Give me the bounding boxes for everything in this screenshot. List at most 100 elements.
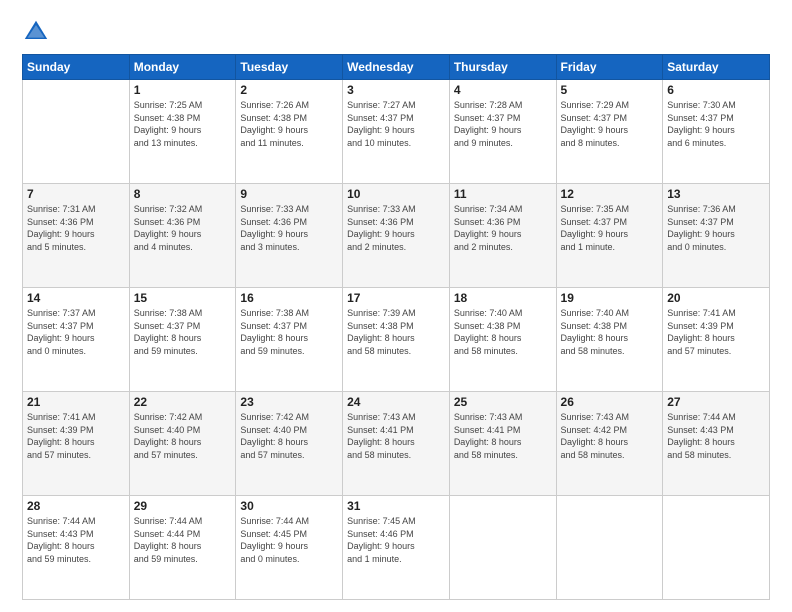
day-number: 11 xyxy=(454,187,552,201)
day-number: 31 xyxy=(347,499,445,513)
calendar-cell: 31 Sunrise: 7:45 AM Sunset: 4:46 PM Dayli… xyxy=(343,496,450,600)
calendar-cell: 27 Sunrise: 7:44 AM Sunset: 4:43 PM Dayli… xyxy=(663,392,770,496)
day-number: 15 xyxy=(134,291,232,305)
day-number: 1 xyxy=(134,83,232,97)
calendar-cell: 5 Sunrise: 7:29 AM Sunset: 4:37 PM Daylig… xyxy=(556,80,663,184)
day-number: 19 xyxy=(561,291,659,305)
calendar-cell: 25 Sunrise: 7:43 AM Sunset: 4:41 PM Dayli… xyxy=(449,392,556,496)
header xyxy=(22,18,770,46)
day-info: Sunrise: 7:38 AM Sunset: 4:37 PM Dayligh… xyxy=(240,307,338,357)
day-info: Sunrise: 7:37 AM Sunset: 4:37 PM Dayligh… xyxy=(27,307,125,357)
day-number: 17 xyxy=(347,291,445,305)
calendar-cell: 9Sunrise: 7:33 AM Sunset: 4:36 PM Daylig… xyxy=(236,184,343,288)
day-info: Sunrise: 7:40 AM Sunset: 4:38 PM Dayligh… xyxy=(561,307,659,357)
calendar-cell xyxy=(23,80,130,184)
day-number: 3 xyxy=(347,83,445,97)
day-info: Sunrise: 7:42 AM Sunset: 4:40 PM Dayligh… xyxy=(240,411,338,461)
day-number: 26 xyxy=(561,395,659,409)
calendar-week-row: 7 Sunrise: 7:31 AM Sunset: 4:36 PM Daylig… xyxy=(23,184,770,288)
day-info: Sunrise: 7:44 AM Sunset: 4:45 PM Dayligh… xyxy=(240,515,338,565)
calendar-cell: 26Sunrise: 7:43 AM Sunset: 4:42 PM Dayli… xyxy=(556,392,663,496)
calendar-cell: 30 Sunrise: 7:44 AM Sunset: 4:45 PM Dayli… xyxy=(236,496,343,600)
day-number: 18 xyxy=(454,291,552,305)
calendar-week-row: 1 Sunrise: 7:25 AM Sunset: 4:38 PM Daylig… xyxy=(23,80,770,184)
day-number: 22 xyxy=(134,395,232,409)
calendar-cell: 6 Sunrise: 7:30 AM Sunset: 4:37 PM Daylig… xyxy=(663,80,770,184)
calendar-cell xyxy=(663,496,770,600)
col-tuesday: Tuesday xyxy=(236,55,343,80)
day-info: Sunrise: 7:28 AM Sunset: 4:37 PM Dayligh… xyxy=(454,99,552,149)
day-number: 21 xyxy=(27,395,125,409)
col-wednesday: Wednesday xyxy=(343,55,450,80)
calendar-cell: 11 Sunrise: 7:34 AM Sunset: 4:36 PM Dayli… xyxy=(449,184,556,288)
day-number: 12 xyxy=(561,187,659,201)
calendar-cell: 3Sunrise: 7:27 AM Sunset: 4:37 PM Daylig… xyxy=(343,80,450,184)
day-info: Sunrise: 7:35 AM Sunset: 4:37 PM Dayligh… xyxy=(561,203,659,253)
day-info: Sunrise: 7:33 AM Sunset: 4:36 PM Dayligh… xyxy=(347,203,445,253)
calendar-cell: 21 Sunrise: 7:41 AM Sunset: 4:39 PM Dayli… xyxy=(23,392,130,496)
day-number: 2 xyxy=(240,83,338,97)
calendar-cell: 19 Sunrise: 7:40 AM Sunset: 4:38 PM Dayli… xyxy=(556,288,663,392)
calendar-cell: 17Sunrise: 7:39 AM Sunset: 4:38 PM Dayli… xyxy=(343,288,450,392)
calendar-cell: 4 Sunrise: 7:28 AM Sunset: 4:37 PM Daylig… xyxy=(449,80,556,184)
day-info: Sunrise: 7:45 AM Sunset: 4:46 PM Dayligh… xyxy=(347,515,445,565)
day-info: Sunrise: 7:40 AM Sunset: 4:38 PM Dayligh… xyxy=(454,307,552,357)
calendar-cell: 12 Sunrise: 7:35 AM Sunset: 4:37 PM Dayli… xyxy=(556,184,663,288)
day-info: Sunrise: 7:29 AM Sunset: 4:37 PM Dayligh… xyxy=(561,99,659,149)
calendar-cell: 24Sunrise: 7:43 AM Sunset: 4:41 PM Dayli… xyxy=(343,392,450,496)
day-number: 10 xyxy=(347,187,445,201)
day-number: 30 xyxy=(240,499,338,513)
calendar-cell: 20Sunrise: 7:41 AM Sunset: 4:39 PM Dayli… xyxy=(663,288,770,392)
calendar-cell: 15 Sunrise: 7:38 AM Sunset: 4:37 PM Dayli… xyxy=(129,288,236,392)
day-number: 25 xyxy=(454,395,552,409)
day-info: Sunrise: 7:44 AM Sunset: 4:43 PM Dayligh… xyxy=(667,411,765,461)
day-number: 27 xyxy=(667,395,765,409)
day-info: Sunrise: 7:26 AM Sunset: 4:38 PM Dayligh… xyxy=(240,99,338,149)
day-info: Sunrise: 7:44 AM Sunset: 4:43 PM Dayligh… xyxy=(27,515,125,565)
day-number: 8 xyxy=(134,187,232,201)
day-number: 9 xyxy=(240,187,338,201)
calendar-cell xyxy=(449,496,556,600)
day-number: 16 xyxy=(240,291,338,305)
day-info: Sunrise: 7:42 AM Sunset: 4:40 PM Dayligh… xyxy=(134,411,232,461)
day-number: 24 xyxy=(347,395,445,409)
day-info: Sunrise: 7:30 AM Sunset: 4:37 PM Dayligh… xyxy=(667,99,765,149)
calendar-week-row: 28 Sunrise: 7:44 AM Sunset: 4:43 PM Dayli… xyxy=(23,496,770,600)
calendar-header-row: Sunday Monday Tuesday Wednesday Thursday… xyxy=(23,55,770,80)
calendar-table: Sunday Monday Tuesday Wednesday Thursday… xyxy=(22,54,770,600)
day-info: Sunrise: 7:36 AM Sunset: 4:37 PM Dayligh… xyxy=(667,203,765,253)
day-info: Sunrise: 7:34 AM Sunset: 4:36 PM Dayligh… xyxy=(454,203,552,253)
logo-icon xyxy=(22,18,50,46)
calendar-cell: 23 Sunrise: 7:42 AM Sunset: 4:40 PM Dayli… xyxy=(236,392,343,496)
day-info: Sunrise: 7:41 AM Sunset: 4:39 PM Dayligh… xyxy=(667,307,765,357)
day-info: Sunrise: 7:41 AM Sunset: 4:39 PM Dayligh… xyxy=(27,411,125,461)
calendar-week-row: 14 Sunrise: 7:37 AM Sunset: 4:37 PM Dayli… xyxy=(23,288,770,392)
col-friday: Friday xyxy=(556,55,663,80)
day-info: Sunrise: 7:44 AM Sunset: 4:44 PM Dayligh… xyxy=(134,515,232,565)
day-number: 14 xyxy=(27,291,125,305)
day-number: 7 xyxy=(27,187,125,201)
col-thursday: Thursday xyxy=(449,55,556,80)
col-saturday: Saturday xyxy=(663,55,770,80)
col-monday: Monday xyxy=(129,55,236,80)
day-number: 28 xyxy=(27,499,125,513)
calendar-cell: 29Sunrise: 7:44 AM Sunset: 4:44 PM Dayli… xyxy=(129,496,236,600)
day-info: Sunrise: 7:38 AM Sunset: 4:37 PM Dayligh… xyxy=(134,307,232,357)
day-number: 23 xyxy=(240,395,338,409)
calendar-cell: 10 Sunrise: 7:33 AM Sunset: 4:36 PM Dayli… xyxy=(343,184,450,288)
calendar-cell: 28 Sunrise: 7:44 AM Sunset: 4:43 PM Dayli… xyxy=(23,496,130,600)
day-number: 5 xyxy=(561,83,659,97)
calendar-cell: 16 Sunrise: 7:38 AM Sunset: 4:37 PM Dayli… xyxy=(236,288,343,392)
calendar-cell: 18 Sunrise: 7:40 AM Sunset: 4:38 PM Dayli… xyxy=(449,288,556,392)
day-number: 4 xyxy=(454,83,552,97)
day-info: Sunrise: 7:43 AM Sunset: 4:41 PM Dayligh… xyxy=(454,411,552,461)
calendar-cell: 14 Sunrise: 7:37 AM Sunset: 4:37 PM Dayli… xyxy=(23,288,130,392)
calendar-cell: 8 Sunrise: 7:32 AM Sunset: 4:36 PM Daylig… xyxy=(129,184,236,288)
day-number: 6 xyxy=(667,83,765,97)
calendar-cell: 22 Sunrise: 7:42 AM Sunset: 4:40 PM Dayli… xyxy=(129,392,236,496)
day-info: Sunrise: 7:25 AM Sunset: 4:38 PM Dayligh… xyxy=(134,99,232,149)
day-info: Sunrise: 7:31 AM Sunset: 4:36 PM Dayligh… xyxy=(27,203,125,253)
day-info: Sunrise: 7:32 AM Sunset: 4:36 PM Dayligh… xyxy=(134,203,232,253)
calendar-cell: 13Sunrise: 7:36 AM Sunset: 4:37 PM Dayli… xyxy=(663,184,770,288)
page: Sunday Monday Tuesday Wednesday Thursday… xyxy=(0,0,792,612)
